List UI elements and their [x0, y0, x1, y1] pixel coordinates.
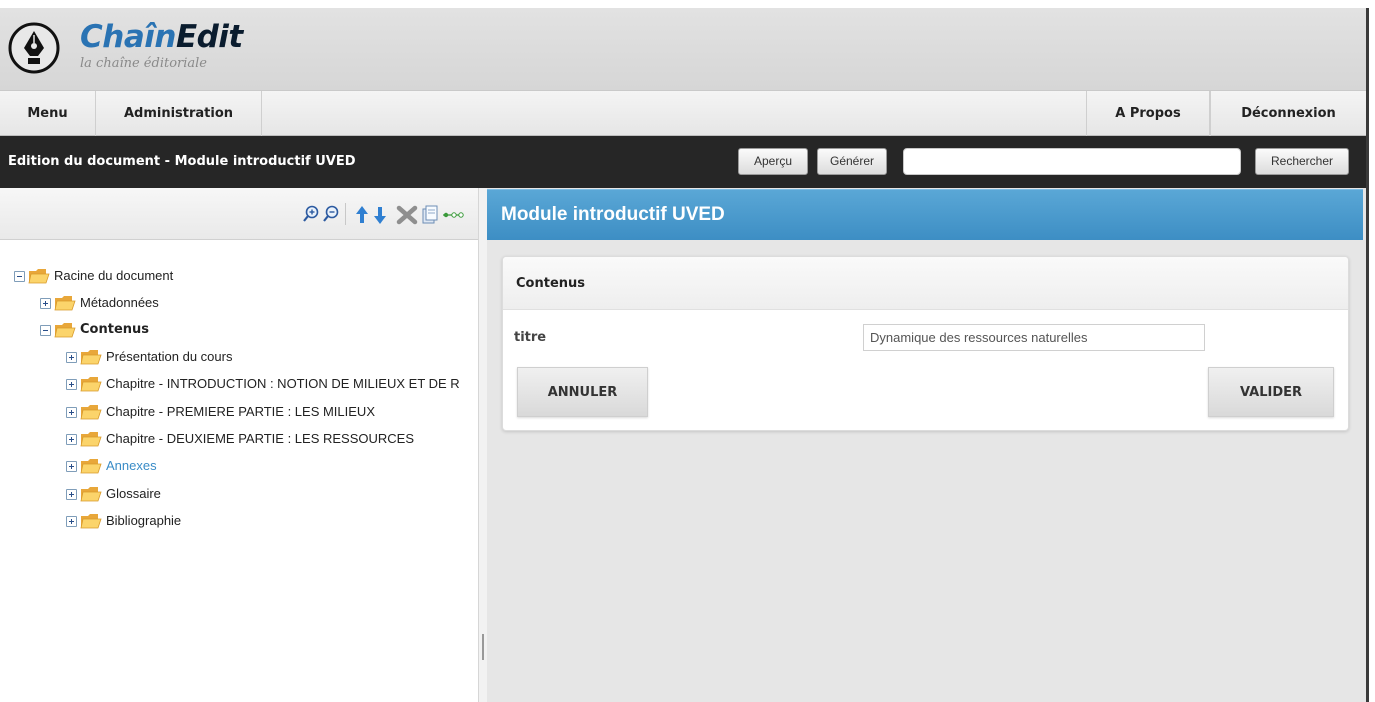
expand-icon[interactable] — [66, 516, 77, 527]
titre-input[interactable]: Dynamique des ressources naturelles — [863, 324, 1205, 351]
folder-icon — [80, 405, 102, 420]
tree-node-label: Chapitre - PREMIERE PARTIE : LES MILIEUX — [106, 404, 375, 419]
folder-icon — [80, 514, 102, 529]
tree-node-label: Contenus — [80, 322, 150, 337]
generer-button[interactable]: Générer — [817, 148, 887, 175]
apercu-button[interactable]: Aperçu — [738, 148, 808, 175]
tree-node-label: Racine du document — [54, 268, 174, 283]
contenus-section-title: Contenus — [516, 276, 586, 291]
tree-node-label: Glossaire — [106, 486, 161, 501]
splitter-grip-icon[interactable] — [482, 634, 484, 660]
folder-open-icon — [54, 323, 76, 338]
tree-node-label: Présentation du cours — [106, 349, 233, 364]
search-input[interactable] — [903, 148, 1241, 175]
tree-node-label: Chapitre - INTRODUCTION : NOTION DE MILI… — [106, 376, 460, 391]
folder-icon — [80, 432, 102, 447]
folder-icon — [80, 487, 102, 502]
valider-button[interactable]: VALIDER — [1208, 367, 1334, 417]
annuler-button[interactable]: ANNULER — [517, 367, 648, 417]
expand-icon[interactable] — [40, 298, 51, 309]
expand-icon[interactable] — [66, 489, 77, 500]
editor-title: Module introductif UVED — [501, 204, 725, 225]
panel-splitter[interactable] — [478, 188, 487, 702]
contenus-form-header — [503, 257, 1348, 310]
collapse-icon[interactable] — [14, 271, 25, 282]
tree-node-label: Chapitre - DEUXIEME PARTIE : LES RESSOUR… — [106, 431, 414, 446]
folder-icon — [80, 350, 102, 365]
folder-icon — [80, 459, 102, 474]
collapse-icon[interactable] — [40, 325, 51, 336]
window-border — [1366, 8, 1369, 702]
expand-icon[interactable] — [66, 352, 77, 363]
tree-node-label: Annexes — [106, 458, 157, 473]
tree-node-label: Métadonnées — [80, 295, 159, 310]
expand-icon[interactable] — [66, 434, 77, 445]
menu-item-deconnexion[interactable]: Déconnexion — [1210, 91, 1366, 136]
expand-icon[interactable] — [66, 407, 77, 418]
folder-icon — [80, 377, 102, 392]
folder-open-icon — [28, 269, 50, 284]
folder-icon — [54, 296, 76, 311]
menu-item-a-propos[interactable]: A Propos — [1086, 91, 1210, 136]
expand-icon[interactable] — [66, 379, 77, 390]
expand-icon[interactable] — [66, 461, 77, 472]
tree-node-label: Bibliographie — [106, 513, 182, 528]
rechercher-button[interactable]: Rechercher — [1255, 148, 1349, 175]
titre-field-label: titre — [514, 330, 547, 345]
